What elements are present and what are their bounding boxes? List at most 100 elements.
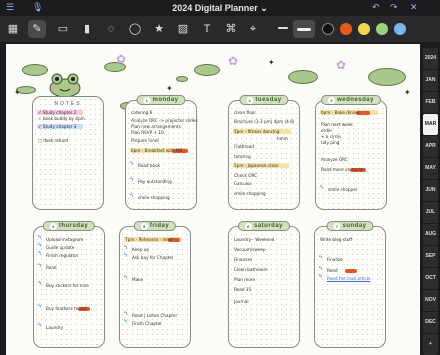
color-swatch-blue[interactable] bbox=[394, 23, 406, 35]
color-swatch-yellow[interactable] bbox=[358, 23, 370, 35]
task-item[interactable]: Read book bbox=[138, 163, 160, 168]
task-item[interactable]: Read the mail article bbox=[327, 276, 371, 281]
month-tab-feb[interactable]: FEB bbox=[423, 92, 438, 113]
month-tab-apr[interactable]: APR bbox=[423, 136, 438, 157]
eraser-icon[interactable]: ▭ bbox=[54, 20, 72, 38]
task-item[interactable]: Buy feathers to sell bbox=[46, 306, 87, 311]
close-icon[interactable]: ✕ bbox=[410, 2, 418, 13]
task-item[interactable]: Read | Listen Chapter bbox=[132, 313, 177, 318]
task-item[interactable]: smile shopping bbox=[138, 195, 170, 200]
stroke-thin[interactable] bbox=[278, 27, 288, 29]
highlighter-icon[interactable]: ▮ bbox=[78, 20, 96, 38]
task-item[interactable]: 7pm - Rehearse - meal bbox=[125, 237, 173, 242]
pointer-icon[interactable]: ⌖ bbox=[244, 20, 262, 38]
note-item[interactable]: ✓ Study chapter 2 bbox=[38, 110, 76, 115]
day-card-thursday[interactable]: 4 thursday ϟ Upload instagram ϟ Guide upd… bbox=[33, 221, 105, 348]
image-icon[interactable]: ▨ bbox=[174, 20, 192, 38]
task-item[interactable]: Clean bathroom bbox=[234, 267, 268, 272]
day-card-wednesday[interactable]: 3 wednesday 6pm - Bake dinner Plan next w… bbox=[315, 95, 387, 210]
task-item[interactable]: Prepare hindi bbox=[131, 138, 159, 143]
month-tab-nov[interactable]: NOV bbox=[423, 290, 438, 311]
task-item[interactable]: Plan more bbox=[234, 277, 255, 282]
note-item[interactable]: ✓ Study chapter 3 bbox=[38, 124, 76, 129]
text-icon[interactable]: T bbox=[198, 20, 216, 38]
task-item[interactable]: Journal bbox=[234, 299, 248, 304]
lasso-icon[interactable]: ◌ bbox=[102, 20, 120, 38]
task-item[interactable]: smile shopper bbox=[328, 187, 358, 192]
task-item[interactable]: Analyze ORC -> projector slides bbox=[131, 118, 198, 123]
day-card-sunday[interactable]: 7 sunday Write blog stuff ϟ Finalize ϟ Re… bbox=[314, 221, 386, 348]
task-item[interactable]: Finances bbox=[234, 257, 252, 262]
task-item[interactable]: 6pm - Bake dinner bbox=[321, 110, 360, 115]
pen-icon[interactable]: ✎ bbox=[28, 20, 46, 38]
shape-icon[interactable]: ◯ bbox=[126, 20, 144, 38]
day-card-saturday[interactable]: 6 saturday Laundry - Weekend Vacuum/sweep… bbox=[228, 221, 300, 348]
task-item[interactable]: Plan RSVP + 10 bbox=[131, 130, 164, 135]
task-item[interactable]: Upload instagram bbox=[46, 237, 83, 242]
task-item[interactable]: hmm bbox=[277, 136, 288, 141]
task-item[interactable]: Write blog stuff bbox=[320, 237, 352, 242]
task-item[interactable]: Brochure (1-3 pm) 4pm (4-6) bbox=[234, 119, 295, 124]
task-item[interactable]: Finish Chapter bbox=[132, 321, 162, 326]
day-card-friday[interactable]: 5 friday 7pm - Rehearse - meal ϟ Keep up … bbox=[119, 221, 191, 348]
undo-icon[interactable]: ↶ bbox=[372, 2, 380, 13]
task-item[interactable]: catering 6 bbox=[131, 110, 152, 115]
task-item[interactable]: 5pm - fitness dancing bbox=[234, 129, 279, 134]
redo-icon[interactable]: ↷ bbox=[390, 2, 398, 13]
task-item[interactable]: Finalize bbox=[327, 257, 343, 262]
notes-card[interactable]: NOTES ✓ Study chapter 2 ✓ book buddy by … bbox=[32, 96, 104, 210]
task-item[interactable]: Finish regulator bbox=[46, 253, 78, 258]
task-item[interactable]: order bbox=[321, 128, 332, 133]
note-item[interactable]: □ desk refund bbox=[38, 138, 68, 143]
task-item[interactable]: smile shopping bbox=[234, 191, 266, 196]
task-item[interactable]: Vacuum/sweep bbox=[234, 247, 266, 252]
app-title-bar: ☰ 🎙 2024 Digital Planner ⌄ ↶ ↷ ✕ bbox=[0, 0, 440, 16]
month-tab-dec[interactable]: DEC bbox=[423, 312, 438, 333]
task-item[interactable]: 6pm - Breakfast with MS bbox=[131, 148, 182, 153]
color-swatch-orange[interactable] bbox=[340, 23, 352, 35]
lily-pad-icon bbox=[22, 64, 48, 76]
task-item[interactable]: Guide update bbox=[46, 245, 74, 250]
month-tab-2024[interactable]: 2024 bbox=[423, 48, 438, 69]
task-item[interactable]: Ask boy for Chapter bbox=[132, 255, 174, 260]
task-item[interactable]: Analyze ORC bbox=[321, 157, 348, 162]
task-item[interactable]: Make bbox=[132, 277, 143, 282]
day-card-tuesday[interactable]: 2 tuesday clean floor Brochure (1-3 pm) 4… bbox=[228, 95, 300, 210]
task-item[interactable]: Laundry - Weekend bbox=[234, 237, 274, 242]
task-item[interactable]: tidy ping bbox=[321, 140, 339, 145]
sticker-icon[interactable]: ★ bbox=[150, 20, 168, 38]
task-item[interactable]: Read more on social bbox=[321, 167, 364, 172]
month-tab-may[interactable]: MAY bbox=[423, 158, 438, 179]
day-card-monday[interactable]: 1 monday catering 6 Analyze ORC -> projec… bbox=[125, 95, 198, 210]
month-tab-oct[interactable]: OCT bbox=[423, 268, 438, 289]
task-item[interactable]: Read bbox=[327, 268, 338, 273]
task-item[interactable]: clean floor bbox=[234, 110, 256, 115]
task-item[interactable]: Plan next week bbox=[321, 122, 353, 127]
task-item[interactable]: Calculus bbox=[234, 181, 252, 186]
month-tab-jan[interactable]: JAN bbox=[423, 70, 438, 91]
month-tab-jul[interactable]: JUL bbox=[423, 202, 438, 223]
grid-icon[interactable]: ▦ bbox=[4, 20, 22, 38]
month-tab-sep[interactable]: SEP bbox=[423, 246, 438, 267]
task-item[interactable]: Read bbox=[46, 265, 57, 270]
task-item[interactable]: + a circle bbox=[321, 134, 341, 139]
month-tab-aug[interactable]: AUG bbox=[423, 224, 438, 245]
task-item[interactable]: Pay outstanding bbox=[138, 179, 172, 184]
month-tab-jun[interactable]: JUN bbox=[423, 180, 438, 201]
task-item[interactable]: Laundry bbox=[46, 325, 63, 330]
stroke-medium[interactable] bbox=[293, 20, 315, 38]
task-item[interactable]: Plan new arrangements bbox=[131, 124, 181, 129]
month-tab-mar[interactable]: MAR bbox=[423, 114, 438, 135]
task-item[interactable]: Keep up bbox=[132, 247, 149, 252]
task-item[interactable]: tutoring bbox=[234, 154, 251, 159]
task-item[interactable]: Check ORC bbox=[234, 173, 257, 178]
link-icon[interactable]: ⌘ bbox=[222, 20, 240, 38]
task-item[interactable]: Buy stickers for nine bbox=[46, 283, 89, 288]
color-swatch-green[interactable] bbox=[376, 23, 388, 35]
task-item[interactable]: 5pm - Japanese class bbox=[234, 163, 278, 168]
color-swatch-black[interactable] bbox=[322, 23, 334, 35]
note-item[interactable]: ✓ book buddy by 4pm bbox=[38, 116, 85, 121]
task-item[interactable]: Flatbread bbox=[234, 144, 254, 149]
task-item[interactable]: Read 15 bbox=[234, 287, 251, 292]
month-tab-add[interactable]: + bbox=[423, 334, 438, 355]
